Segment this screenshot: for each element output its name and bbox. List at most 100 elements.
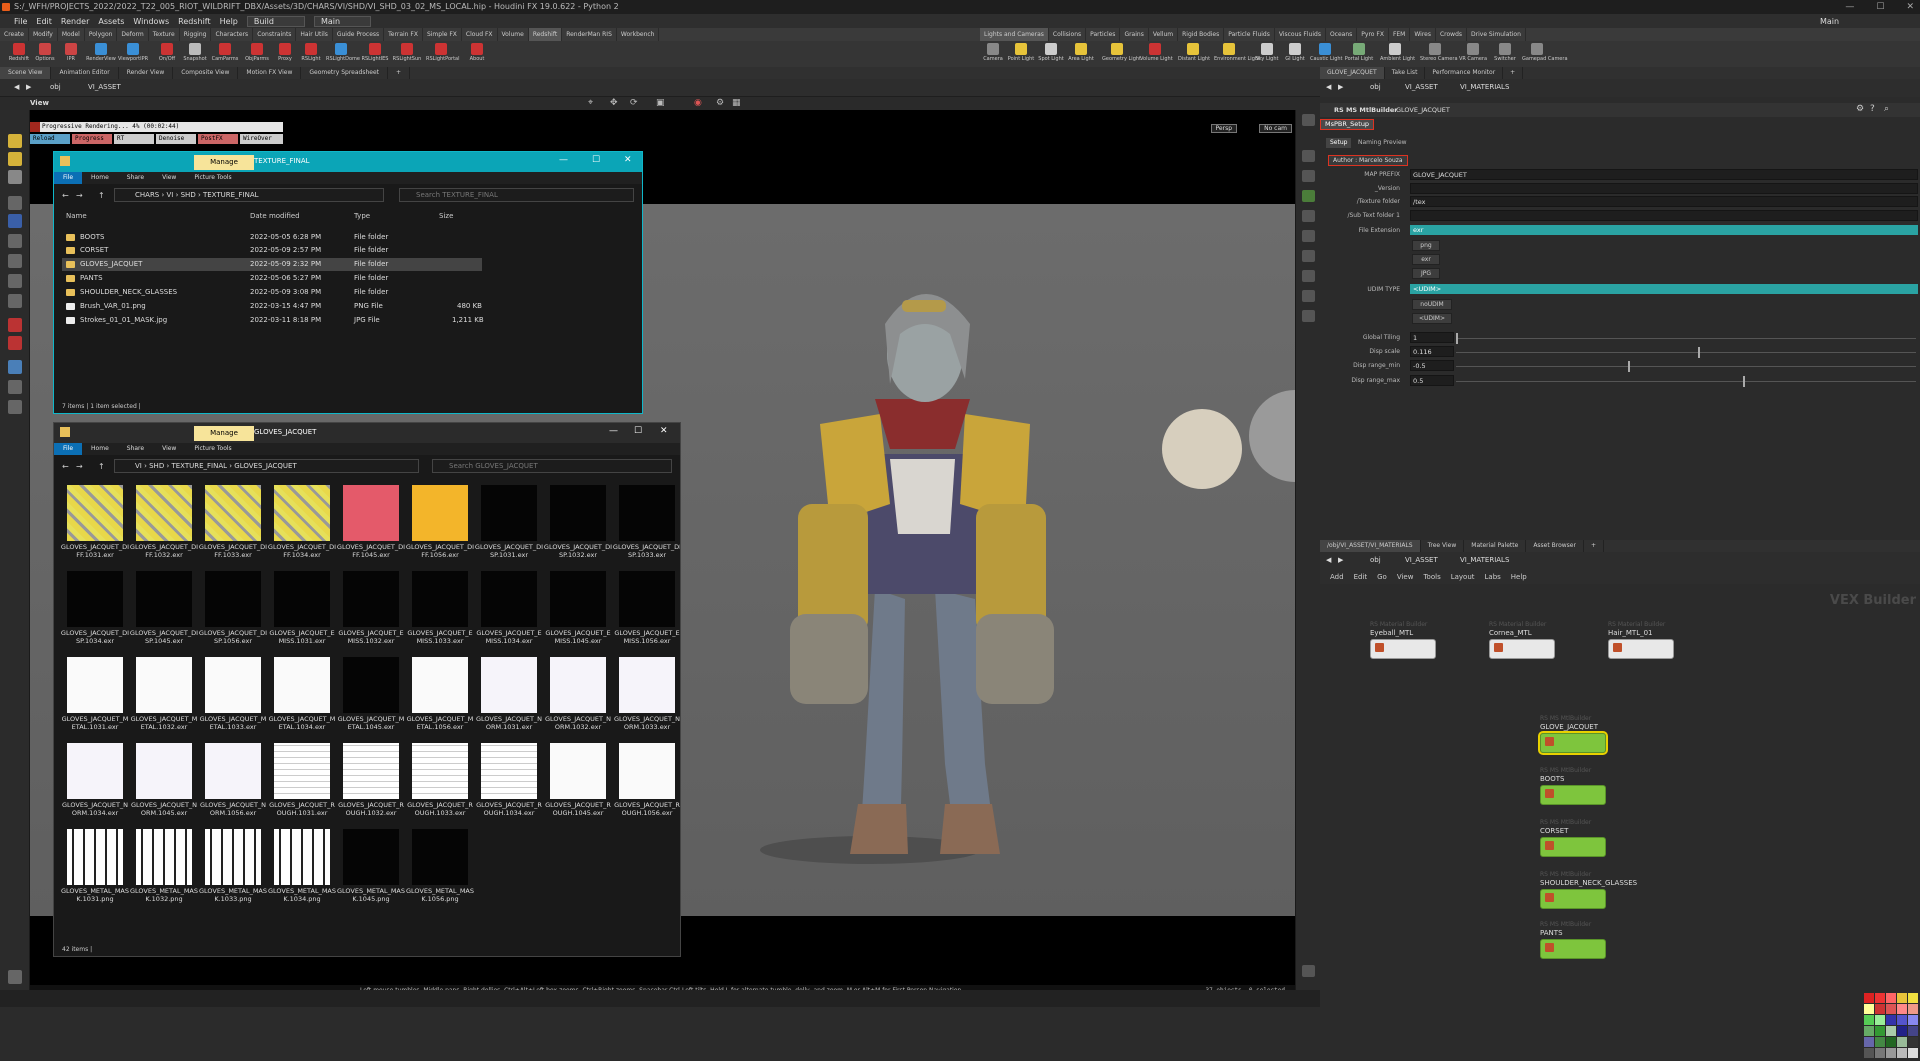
path-obj[interactable]: obj xyxy=(1370,83,1381,91)
back-icon[interactable]: ◀ xyxy=(14,83,19,91)
shelf-tool-stereo-camera[interactable]: Stereo Camera xyxy=(1420,42,1458,66)
file-thumbnail[interactable]: GLOVES_JACQUET_EMISS.1032.exr xyxy=(336,571,406,655)
backface-icon[interactable] xyxy=(1302,270,1315,282)
scale-tool-icon[interactable] xyxy=(8,196,22,210)
shelf-tool-gi-light[interactable]: GI Light xyxy=(1280,42,1310,66)
shelf-tab-pyro-fx[interactable]: Pyro FX xyxy=(1357,28,1389,41)
net-menu-go[interactable]: Go xyxy=(1377,570,1387,584)
palette-swatch[interactable] xyxy=(1886,993,1896,1003)
palette-swatch[interactable] xyxy=(1886,1037,1896,1047)
shelf-tab-texture[interactable]: Texture xyxy=(149,28,180,41)
udim-button[interactable]: <UDIM> xyxy=(1412,313,1452,324)
node-pants[interactable]: RS MS MtlBuilder PANTS xyxy=(1540,921,1606,961)
palette-swatch[interactable] xyxy=(1864,1048,1874,1058)
shelf-tab-oceans[interactable]: Oceans xyxy=(1326,28,1358,41)
file-thumbnail[interactable]: GLOVES_JACQUET_EMISS.1033.exr xyxy=(405,571,475,655)
normals-icon[interactable] xyxy=(1302,250,1315,262)
file-thumbnail[interactable]: GLOVES_JACQUET_DISP.1034.exr xyxy=(60,571,130,655)
disp-range-min-slider[interactable] xyxy=(1456,361,1916,372)
file-thumbnail[interactable]: GLOVES_JACQUET_DISP.1033.exr xyxy=(612,485,680,569)
manage-tab[interactable]: Manage xyxy=(194,155,254,170)
texture-folder-field[interactable]: /tex xyxy=(1410,196,1918,207)
global-tiling-field[interactable]: 1 xyxy=(1410,332,1454,343)
file-thumbnail[interactable]: GLOVES_JACQUET_METAL.1032.exr xyxy=(129,657,199,741)
network-editor[interactable]: VEX Builder RS Material Builder Eyeball_M… xyxy=(1320,585,1920,1058)
shelf-tool-portal-light[interactable]: Portal Light xyxy=(1344,42,1374,66)
tab-performance-monitor[interactable]: Performance Monitor xyxy=(1425,67,1504,79)
render-region-icon[interactable]: ▣ xyxy=(656,98,665,108)
file-row[interactable]: GLOVES_JACQUET 2022-05-09 2:32 PM File fol… xyxy=(62,258,482,271)
file-thumbnail[interactable]: GLOVES_JACQUET_DISP.1056.exr xyxy=(198,571,268,655)
back-icon[interactable]: ◀ xyxy=(1326,83,1331,91)
node-shoulder-neck-glasses[interactable]: RS MS MtlBuilder SHOULDER_NECK_GLASSES xyxy=(1540,871,1637,911)
slider-handle[interactable] xyxy=(1743,376,1745,387)
nocam-menu[interactable]: No cam xyxy=(1259,124,1292,133)
minimize-icon[interactable]: — xyxy=(609,426,618,436)
file-thumbnail[interactable]: GLOVES_JACQUET_NORM.1033.exr xyxy=(612,657,680,741)
rotate-icon[interactable]: ⟳ xyxy=(630,98,638,108)
ribbon-view[interactable]: View xyxy=(153,172,185,184)
col-name[interactable]: Name xyxy=(66,212,87,220)
folder-tab-mspbr[interactable]: MsPBR_Setup xyxy=(1320,119,1375,130)
ribbon-share[interactable]: Share xyxy=(118,443,153,455)
file-thumbnail[interactable]: GLOVES_JACQUET_METAL.1033.exr xyxy=(198,657,268,741)
camera-tool-icon[interactable] xyxy=(8,400,22,414)
shelf-tab-drive-simulation[interactable]: Drive Simulation xyxy=(1467,28,1526,41)
tab-glove-jacquet[interactable]: GLOVE_JACQUET xyxy=(1320,67,1385,79)
shelf-tool-area-light[interactable]: Area Light xyxy=(1066,42,1096,66)
file-thumbnail[interactable]: GLOVES_JACQUET_DIFF.1056.exr xyxy=(405,485,475,569)
forward-icon[interactable]: → xyxy=(76,462,83,471)
shelf-tab-model[interactable]: Model xyxy=(58,28,85,41)
camera-view-icon[interactable]: ▦ xyxy=(732,98,741,108)
add-tab-icon[interactable]: + xyxy=(1584,540,1604,552)
version-field[interactable] xyxy=(1410,183,1918,194)
file-thumbnail[interactable]: GLOVES_METAL_MASK.1033.png xyxy=(198,829,268,913)
ribbon-home[interactable]: Home xyxy=(82,443,118,455)
sub-tab-setup[interactable]: Setup xyxy=(1326,138,1352,148)
shelf-tab-wires[interactable]: Wires xyxy=(1410,28,1436,41)
wireframe-icon[interactable] xyxy=(1302,210,1315,222)
shelf-tool-snapshot[interactable]: Snapshot xyxy=(180,42,210,66)
render-tool-icon[interactable] xyxy=(8,294,22,308)
file-thumbnail[interactable]: GLOVES_METAL_MASK.1031.png xyxy=(60,829,130,913)
snapshot-view-icon[interactable]: ⚙ xyxy=(716,98,724,108)
shelf-tab-fem[interactable]: FEM xyxy=(1389,28,1411,41)
ribbon-view[interactable]: View xyxy=(153,443,185,455)
node-eyeball-mtl[interactable]: RS Material Builder Eyeball_MTL xyxy=(1370,621,1436,661)
path-materials[interactable]: VI_MATERIALS xyxy=(1460,556,1509,564)
path-obj[interactable]: obj xyxy=(50,83,61,91)
shelf-tool-renderview[interactable]: RenderView xyxy=(86,42,116,66)
search-input[interactable]: Search GLOVES_JACQUET xyxy=(432,459,672,473)
progress-button[interactable]: Progress xyxy=(72,134,112,144)
points-icon[interactable] xyxy=(1302,170,1315,182)
file-thumbnail[interactable]: GLOVES_JACQUET_METAL.1056.exr xyxy=(405,657,475,741)
net-menu-help[interactable]: Help xyxy=(1511,570,1527,584)
forward-icon[interactable]: ▶ xyxy=(1338,83,1343,91)
file-thumbnail[interactable]: GLOVES_JACQUET_NORM.1045.exr xyxy=(129,743,199,827)
palette-swatch[interactable] xyxy=(1908,1015,1918,1025)
net-menu-layout[interactable]: Layout xyxy=(1451,570,1475,584)
net-menu-labs[interactable]: Labs xyxy=(1485,570,1501,584)
palette-swatch[interactable] xyxy=(1886,1015,1896,1025)
shelf-tool-caustic-light[interactable]: Caustic Light xyxy=(1310,42,1343,66)
node-glove-jacquet[interactable]: RS MS MtlBuilder GLOVE_JACQUET xyxy=(1538,715,1608,755)
udim-type-value[interactable]: <UDIM> xyxy=(1410,284,1918,294)
col-date[interactable]: Date modified xyxy=(250,212,300,220)
palette-swatch[interactable] xyxy=(1886,1048,1896,1058)
global-tiling-slider[interactable] xyxy=(1456,333,1916,344)
minimize-icon[interactable]: — xyxy=(1845,0,1854,14)
manage-tab[interactable]: Manage xyxy=(194,426,254,441)
menu-edit[interactable]: Edit xyxy=(36,17,52,26)
ribbon-home[interactable]: Home xyxy=(82,172,118,184)
palette-swatch[interactable] xyxy=(1897,1037,1907,1047)
palette-swatch[interactable] xyxy=(1864,1026,1874,1036)
palette-swatch[interactable] xyxy=(1875,1015,1885,1025)
tab-material-palette[interactable]: Material Palette xyxy=(1464,540,1527,552)
magnet-tool-icon[interactable] xyxy=(8,336,22,350)
back-icon[interactable]: ◀ xyxy=(1326,556,1331,564)
wireover-button[interactable]: WireOver xyxy=(240,134,283,144)
path-asset[interactable]: VI_ASSET xyxy=(1405,83,1438,91)
record-tool-icon[interactable] xyxy=(8,318,22,332)
explorer-window-texture-final[interactable]: Manage TEXTURE_FINAL — ☐ ✕ File Home Sha… xyxy=(53,151,643,414)
shelf-tab-grains[interactable]: Grains xyxy=(1120,28,1149,41)
